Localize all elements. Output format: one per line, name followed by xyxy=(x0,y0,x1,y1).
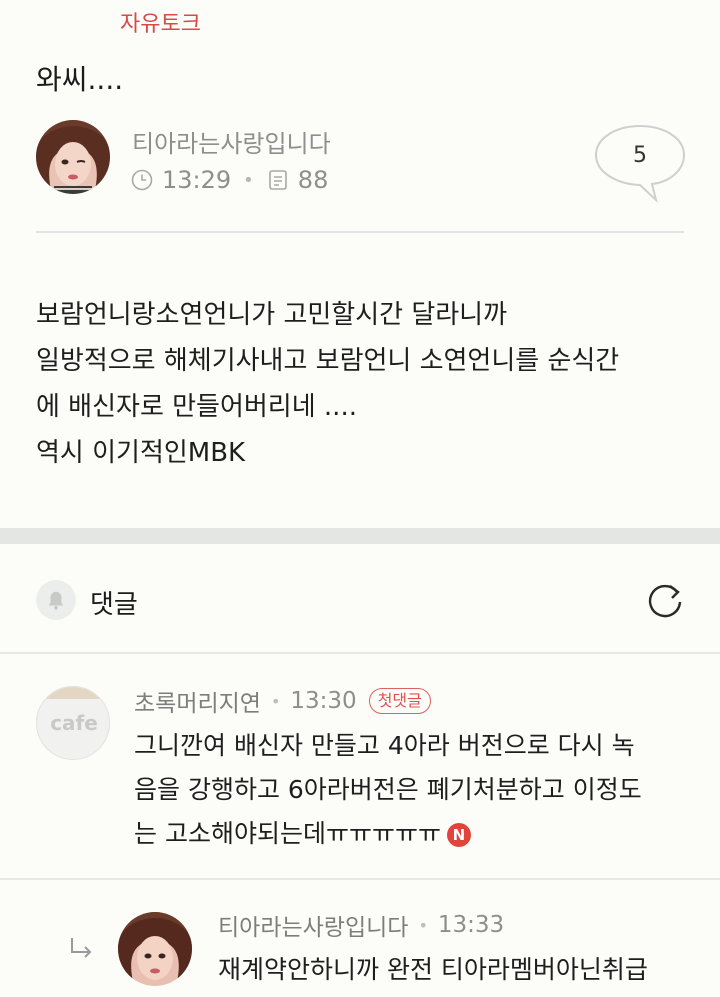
comment-author[interactable]: 초록머리지연 xyxy=(134,684,261,718)
clock-icon xyxy=(130,168,154,192)
post-body: 보람언니랑소연언니가 고민할시간 달라니까 일방적으로 해체기사내고 보람언니 … xyxy=(36,292,696,476)
comment-author[interactable]: 티아라는사랑입니다 xyxy=(218,908,408,942)
cafe-avatar-label: cafe xyxy=(50,711,98,735)
comment-count[interactable]: 5 xyxy=(594,124,686,186)
post-views: 88 xyxy=(297,166,329,194)
comment-header: 티아라는사랑입니다 • 13:33 xyxy=(218,908,504,942)
comments-title: 댓글 xyxy=(90,590,138,620)
meta-separator: • xyxy=(270,691,281,711)
comment-time: 13:30 xyxy=(290,688,357,714)
author-name[interactable]: 티아라는사랑입니다 xyxy=(132,124,331,159)
new-badge: N xyxy=(446,823,471,847)
comment-body: 그니깐여 배신자 만들고 4아라 버전으로 다시 녹 음을 강행하고 6아라버전… xyxy=(134,724,694,856)
document-icon xyxy=(266,168,290,192)
post-body-line: 보람언니랑소연언니가 고민할시간 달라니까 xyxy=(36,300,508,330)
comment-header: 초록머리지연 • 13:30 첫댓글 xyxy=(134,684,431,718)
comment-line: 그니깐여 배신자 만들고 4아라 버전으로 다시 녹 xyxy=(134,731,635,760)
post-title: 와씨.... xyxy=(36,63,124,96)
post-time: 13:29 xyxy=(162,166,232,194)
commenter-avatar[interactable] xyxy=(118,912,192,986)
first-comment-badge: 첫댓글 xyxy=(368,688,431,714)
commenter-avatar[interactable]: cafe xyxy=(36,686,110,760)
bell-icon[interactable] xyxy=(36,580,76,620)
post-meta: 13:29 • 88 xyxy=(130,164,328,196)
author-avatar[interactable] xyxy=(36,120,110,194)
refresh-icon[interactable] xyxy=(644,580,686,622)
title-divider xyxy=(36,231,684,233)
comments-divider xyxy=(0,652,720,654)
comment-line: 는 고소해야되는데ㅠㅠㅠㅠㅠ xyxy=(134,819,441,848)
reply-arrow-icon xyxy=(71,938,92,958)
post-category[interactable]: 자유토크 xyxy=(120,6,201,38)
comment-line: 음을 강행하고 6아라버전은 폐기처분하고 이정도 xyxy=(134,775,642,804)
meta-separator: • xyxy=(418,915,428,935)
post-body-line: 역시 이기적인MBK xyxy=(36,438,246,468)
comment-divider xyxy=(0,878,720,880)
comment-body: 재계약안하니까 완전 티아라멤버아닌취급 xyxy=(218,955,648,984)
comment-time: 13:33 xyxy=(437,912,505,938)
meta-separator: • xyxy=(243,169,254,191)
section-separator xyxy=(0,528,720,544)
post-body-line: 에 배신자로 만들어버리네 .... xyxy=(36,392,357,422)
post-body-line: 일방적으로 해체기사내고 보람언니 소연언니를 순식간 xyxy=(36,346,620,376)
